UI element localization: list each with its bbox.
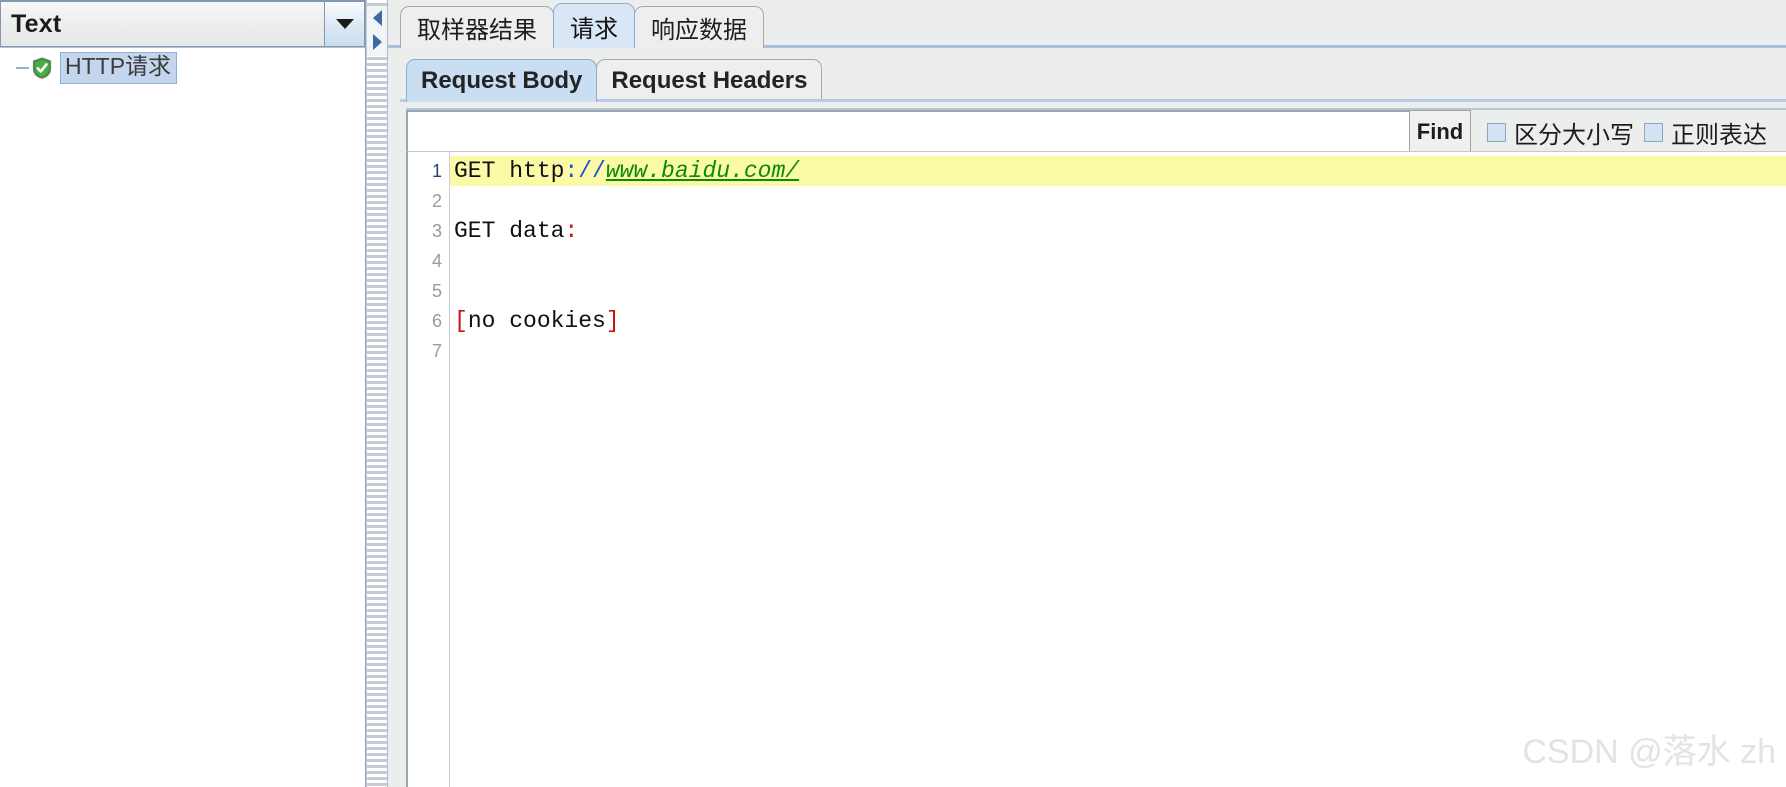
checkbox-case-sensitive[interactable]: 区分大小写 [1487, 115, 1634, 150]
line-number-gutter: 1 2 3 4 5 6 7 [408, 152, 450, 787]
green-shield-check-icon [32, 57, 52, 79]
code-line: GET http://www.baidu.com/ [450, 156, 1786, 186]
code-token: : [564, 218, 579, 244]
editor-code-area[interactable]: GET http://www.baidu.com/ GET data: [no … [450, 152, 1786, 787]
tab-request[interactable]: 请求 [553, 3, 635, 48]
subtab-request-body-label: Request Body [421, 67, 583, 94]
code-line: GET data: [450, 216, 1786, 246]
code-token: www.baidu.com/ [605, 158, 800, 184]
code-token: GET http [454, 158, 565, 184]
tab-request-label: 请求 [570, 15, 618, 43]
checkbox-case-sensitive-box[interactable] [1487, 122, 1506, 142]
subtab-request-headers[interactable]: Request Headers [596, 59, 823, 102]
tab-response-data-label: 响应数据 [651, 17, 747, 44]
renderer-combobox-toggle[interactable] [324, 2, 364, 46]
splitter-collapse-controls[interactable] [367, 6, 387, 56]
find-options: 区分大小写 正则表达 [1471, 110, 1767, 154]
code-token: :// [564, 158, 606, 184]
triangle-right-icon[interactable] [372, 34, 382, 50]
line-number: 6 [431, 311, 442, 331]
request-body-editor[interactable]: 1 2 3 4 5 6 7 GET http://www.baidu.com/ … [406, 151, 1786, 787]
tab-sampler-result-label: 取样器结果 [417, 17, 537, 44]
chevron-down-icon [335, 19, 354, 29]
tab-sampler-result[interactable]: 取样器结果 [400, 6, 554, 48]
result-tabs: 取样器结果 请求 响应数据 [388, 0, 1786, 48]
checkbox-regex-label: 正则表达 [1671, 121, 1767, 149]
code-token: [ [454, 308, 468, 334]
tab-response-data[interactable]: 响应数据 [634, 6, 764, 48]
tree-expand-handle-icon[interactable] [12, 67, 32, 69]
line-number: 5 [431, 281, 442, 301]
line-number: 2 [431, 191, 442, 211]
jmeter-view-results-tree: Text HTTP请求 取样器结果 请求 响应数据 Request Body R… [0, 0, 1786, 787]
subtab-request-body[interactable]: Request Body [406, 59, 598, 102]
code-line: [no cookies] [450, 306, 1786, 336]
checkbox-regex[interactable]: 正则表达 [1644, 115, 1767, 150]
checkbox-case-sensitive-label: 区分大小写 [1514, 121, 1634, 149]
renderer-combobox[interactable]: Text [0, 0, 365, 47]
checkbox-regex-box[interactable] [1644, 122, 1663, 142]
line-number: 3 [431, 221, 442, 241]
line-number: 4 [431, 251, 442, 271]
left-panel: Text HTTP请求 [0, 0, 366, 787]
find-bar: Find 区分大小写 正则表达 [406, 108, 1786, 154]
code-token: ] [605, 308, 620, 334]
subtab-request-headers-label: Request Headers [611, 67, 808, 94]
tree-node-http-request[interactable]: HTTP请求 [0, 52, 365, 84]
renderer-combobox-value: Text [1, 2, 324, 46]
code-token: no cookies [467, 308, 606, 334]
right-panel: 取样器结果 请求 响应数据 Request Body Request Heade… [388, 0, 1786, 787]
find-button-label: Find [1416, 119, 1464, 144]
request-subtabs: Request Body Request Headers [388, 52, 1786, 102]
tree-node-label: HTTP请求 [60, 52, 178, 84]
line-number: 7 [431, 341, 442, 361]
panel-splitter[interactable] [366, 0, 388, 787]
find-button[interactable]: Find [1409, 110, 1471, 154]
code-token: GET data [454, 218, 565, 244]
search-input[interactable] [406, 110, 1409, 154]
results-tree[interactable]: HTTP请求 [0, 47, 365, 787]
triangle-left-icon[interactable] [372, 10, 382, 26]
line-number: 1 [431, 161, 442, 181]
